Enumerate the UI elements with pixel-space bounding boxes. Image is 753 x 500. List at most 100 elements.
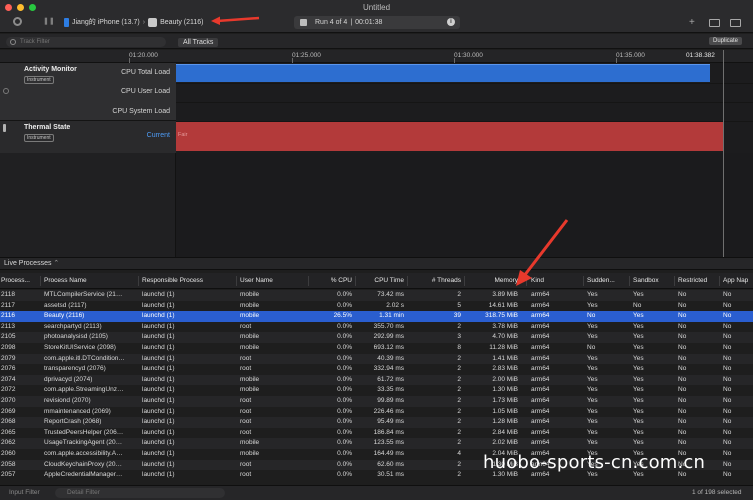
- thermal-state-graph[interactable]: Fair: [176, 122, 724, 151]
- activity-monitor-track-header[interactable]: Activity Monitor Instrument CPU Total Lo…: [0, 63, 176, 121]
- column-sudden-termination[interactable]: Sudden...: [587, 277, 627, 284]
- info-icon[interactable]: i: [447, 18, 455, 26]
- table-row[interactable]: 2105 photoanalysisd (2105) launchd (1) mobi…: [0, 332, 753, 343]
- run-selector[interactable]: Run 4 of 4 | 00:01:38 i: [294, 16, 460, 29]
- cell-cpu-time: 164.49 ms: [373, 450, 404, 457]
- cell-kind: arm64: [531, 375, 550, 383]
- table-row[interactable]: 2068 ReportCrash (2068) launchd (1) root 0.0…: [0, 417, 753, 428]
- table-row[interactable]: 2098 StoreKitUIService (2098) launchd (1) m…: [0, 343, 753, 354]
- input-filter-label: Input Filter: [9, 489, 40, 496]
- table-row[interactable]: 2065 TrustedPeersHelper (206… launchd (1) r…: [0, 428, 753, 439]
- cell-cpu-percent: 0.0%: [337, 439, 352, 447]
- table-row[interactable]: 2072 com.apple.StreamingUnz… launchd (1) mo…: [0, 385, 753, 396]
- cell-restricted: No: [678, 344, 687, 351]
- cell-process-name: transparencyd (2076): [44, 365, 106, 373]
- column-responsible-process[interactable]: Responsible Process: [142, 277, 234, 284]
- detail-selector[interactable]: Live Processes ⌃: [0, 257, 753, 270]
- table-row[interactable]: 2069 mmaintenanced (2069) launchd (1) root 0…: [0, 407, 753, 418]
- cell-app-nap: No: [723, 375, 732, 383]
- cell-threads: 2: [457, 439, 461, 447]
- column-process-name[interactable]: Process Name: [44, 277, 136, 284]
- toggle-inspector-icon[interactable]: [730, 19, 741, 27]
- device-target-selector[interactable]: Jiang的 iPhone (13.7) › Beauty (2116): [64, 17, 204, 27]
- table-row[interactable]: 2062 UsageTrackingAgent (20… launchd (1) mo…: [0, 438, 753, 449]
- table-row[interactable]: 2116 Beauty (2116) launchd (1) mobile 26.5% 1…: [0, 311, 753, 322]
- cell-sandbox: Yes: [633, 386, 644, 394]
- cell-app-nap: No: [723, 428, 732, 436]
- cell-cpu-time: 332.94 ms: [373, 365, 404, 373]
- cell-cpu-percent: 0.0%: [337, 322, 352, 330]
- cell-threads: 2: [457, 428, 461, 436]
- cell-user-name: mobile: [240, 439, 260, 447]
- column-process-id[interactable]: Process...: [1, 277, 35, 284]
- cell-threads: 2: [457, 471, 461, 479]
- cell-cpu-time: 99.89 ms: [377, 397, 404, 404]
- column-app-nap[interactable]: App Nap: [723, 277, 753, 284]
- cell-threads: 8: [457, 344, 461, 351]
- table-row[interactable]: 2117 assetsd (2117) launchd (1) mobile 0.0% 2…: [0, 301, 753, 312]
- cell-memory: 1.28 MiB: [492, 418, 518, 426]
- all-tracks-button[interactable]: All Tracks: [178, 38, 219, 47]
- table-row[interactable]: 2074 dprivacyd (2074) launchd (1) mobile 0.0…: [0, 374, 753, 386]
- cell-sudden-termination: Yes: [587, 291, 598, 298]
- cell-pid: 2076: [1, 365, 16, 373]
- record-button[interactable]: [13, 17, 22, 26]
- cell-kind: arm64: [531, 333, 550, 341]
- lane-cpu-user-load: CPU User Load: [120, 88, 170, 95]
- cell-sandbox: Yes: [633, 354, 644, 362]
- column-user-name[interactable]: User Name: [240, 277, 300, 284]
- expand-track-icon[interactable]: [3, 88, 9, 94]
- cell-threads: 2: [457, 375, 461, 383]
- ruler-tick: 01:20.000: [129, 52, 158, 59]
- cell-threads: 2: [457, 291, 461, 298]
- cell-process-name: revisiond (2070): [44, 397, 91, 404]
- table-row[interactable]: 2079 com.apple.itl.DTCondition… launchd (1…: [0, 353, 753, 365]
- cell-pid: 2116: [1, 312, 15, 320]
- column-cpu-time[interactable]: CPU Time: [360, 277, 404, 284]
- process-table-header: Process... Process Name Responsible Proc…: [0, 273, 753, 289]
- cell-user-name: mobile: [240, 301, 260, 309]
- cell-memory: 318.75 MiB: [485, 312, 518, 320]
- cell-cpu-percent: 0.0%: [337, 386, 352, 394]
- cell-pid: 2074: [1, 375, 16, 383]
- column-cpu-percent[interactable]: % CPU: [310, 277, 352, 284]
- track-filter-input[interactable]: Track Filter: [6, 37, 166, 47]
- table-row[interactable]: 2113 searchpartyd (2113) launchd (1) root 0.…: [0, 322, 753, 333]
- thermal-state-label: Fair: [178, 132, 188, 138]
- cell-user-name: mobile: [240, 312, 260, 320]
- add-instrument-button[interactable]: +: [689, 17, 695, 28]
- annotation-arrow-icon: [516, 219, 569, 286]
- toggle-detail-pane-icon[interactable]: [709, 19, 720, 27]
- cell-user-name: mobile: [240, 333, 260, 341]
- cell-kind: arm64: [531, 407, 550, 415]
- cell-sandbox: Yes: [633, 333, 644, 341]
- table-row[interactable]: 2118 MTLCompilerService (21… launchd (1) mo…: [0, 290, 753, 301]
- column-threads[interactable]: # Threads: [410, 277, 461, 284]
- ruler-tick: 01:30.000: [454, 52, 483, 59]
- table-row[interactable]: 2076 transparencyd (2076) launchd (1) root 0…: [0, 364, 753, 375]
- cell-process-name: UsageTrackingAgent (20…: [44, 439, 123, 447]
- playhead[interactable]: [723, 50, 724, 260]
- cell-process-name: com.apple.accessibility.A…: [44, 450, 123, 457]
- duplicate-button[interactable]: Duplicate: [709, 37, 743, 45]
- cell-process-name: com.apple.itl.DTCondition…: [44, 354, 125, 362]
- pause-button[interactable]: ❚❚: [43, 17, 55, 25]
- cpu-total-load-graph[interactable]: [176, 64, 710, 82]
- cell-app-nap: No: [723, 301, 732, 309]
- cell-pid: 2060: [1, 450, 16, 457]
- cell-cpu-time: 123.55 ms: [373, 439, 404, 447]
- cell-sandbox: No: [633, 301, 642, 309]
- time-ruler[interactable]: 01:20.000 01:25.000 01:30.000 01:35.000 …: [0, 50, 753, 63]
- table-row[interactable]: 2070 revisiond (2070) launchd (1) root 0.0% 9…: [0, 396, 753, 407]
- cell-kind: arm64: [531, 354, 550, 362]
- column-sandbox[interactable]: Sandbox: [633, 277, 673, 284]
- cell-app-nap: No: [723, 471, 732, 479]
- cell-cpu-percent: 0.0%: [337, 354, 352, 362]
- cell-cpu-percent: 0.0%: [337, 397, 352, 404]
- detail-filter-input[interactable]: Detail Filter: [55, 488, 225, 498]
- cell-threads: 3: [457, 333, 461, 341]
- thermal-state-track-header[interactable]: Thermal State Instrument Current: [0, 121, 176, 153]
- column-restricted[interactable]: Restricted: [678, 277, 718, 284]
- cell-app-nap: No: [723, 354, 732, 362]
- cell-threads: 2: [457, 460, 461, 468]
